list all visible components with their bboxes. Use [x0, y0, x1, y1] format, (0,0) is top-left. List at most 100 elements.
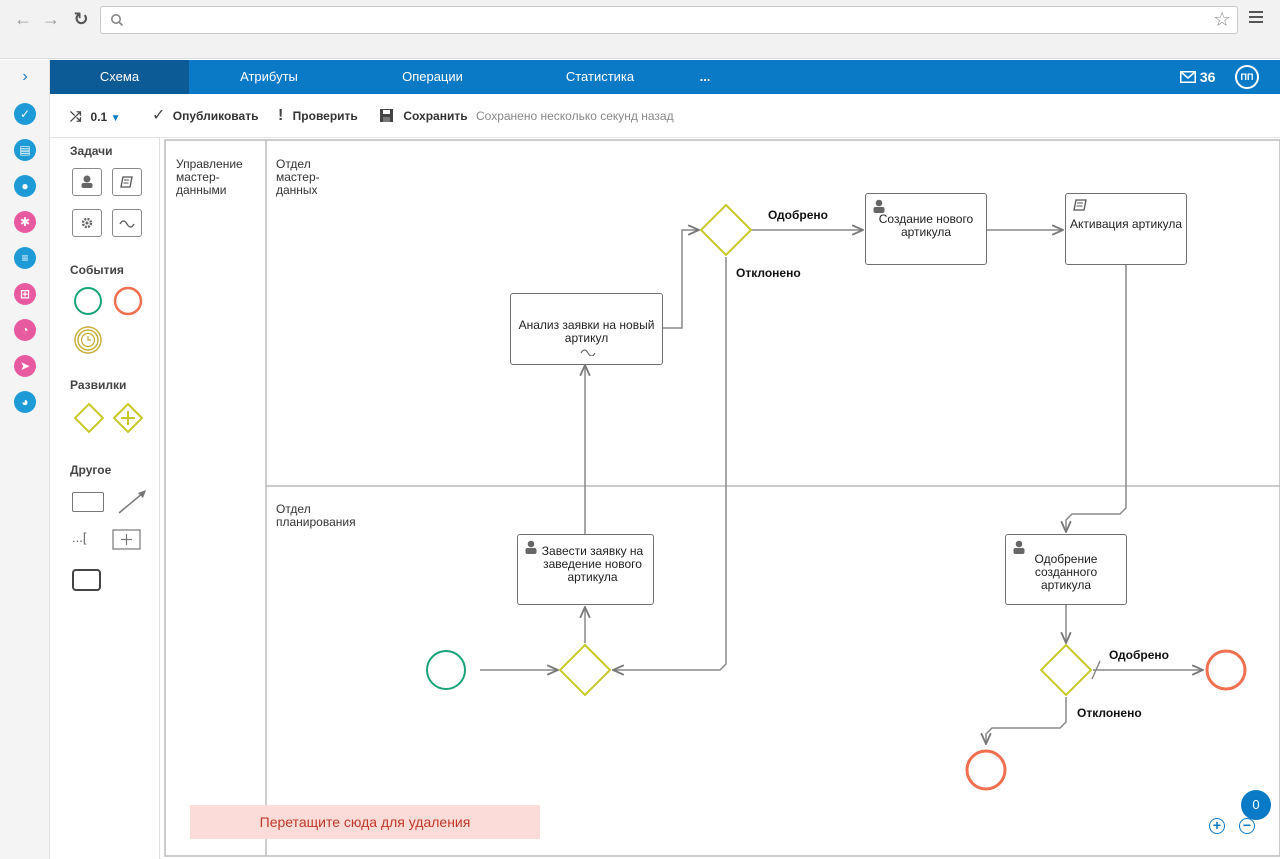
task-activate[interactable]: Активация артикула: [1065, 193, 1187, 265]
avatar[interactable]: ПП: [1235, 65, 1259, 89]
subprocess-tilde-icon: [580, 349, 596, 356]
validate-button[interactable]: ! Проверить: [278, 94, 358, 138]
save-button[interactable]: Сохранить: [380, 94, 468, 138]
tag-icon[interactable]: ➤: [14, 355, 36, 377]
pool-label: Управление мастер-данными: [176, 157, 243, 197]
tab-more[interactable]: ...: [685, 60, 725, 94]
pie-chart-icon[interactable]: ◕: [14, 391, 36, 413]
version-value: 0.1: [90, 110, 108, 124]
app-tab-bar: Схема Атрибуты Операции Статистика ... 3…: [50, 60, 1280, 94]
task-request-label: Завести заявку на заведение нового артик…: [541, 544, 644, 584]
save-label: Сохранить: [403, 109, 468, 123]
task-create[interactable]: Создание нового артикула: [865, 193, 987, 265]
script-task-tool[interactable]: [112, 168, 142, 196]
browser-chrome: ← → ↻ ☆: [0, 0, 1280, 59]
script-icon: [120, 176, 133, 188]
floppy-icon: [380, 109, 393, 122]
sub-process-tool[interactable]: [112, 209, 142, 237]
lane-label-master-data: Отдел мастер-данных: [276, 157, 320, 197]
task-analysis[interactable]: Анализ заявки на новый артикул: [510, 293, 663, 365]
zoom-out-button[interactable]: −: [1239, 818, 1255, 834]
mail-count: 36: [1199, 69, 1216, 85]
toolbar: ⤮ 0.1 ▼ ✓ Опубликовать ! Проверить Сохра…: [50, 94, 1280, 138]
palette-tasks-heading: Задачи: [70, 144, 113, 158]
settings-icon[interactable]: ✱: [14, 211, 36, 233]
task-approve-label: Одобрение созданного артикула: [1034, 552, 1098, 592]
shuffle-icon: ⤮: [70, 108, 82, 124]
publish-button[interactable]: ✓ Опубликовать: [152, 94, 258, 138]
check-icon: ✓: [152, 107, 166, 124]
task-analysis-label: Анализ заявки на новый артикул: [518, 318, 655, 345]
app-rail: › ✓ ▤ ● ✱ ≡ ⊞ ◔ ➤ ◕: [0, 60, 50, 859]
document-icon[interactable]: ≡: [14, 247, 36, 269]
exclamation-icon: !: [278, 107, 284, 124]
palette-events-heading: События: [70, 263, 124, 277]
lane-label-planning: Отдел планирования: [276, 502, 356, 529]
delete-drop-zone[interactable]: Перетащите сюда для удаления: [190, 805, 540, 839]
start-event-tool[interactable]: [72, 285, 104, 317]
approval-gateway: [1039, 643, 1093, 697]
pool-tool[interactable]: [72, 492, 104, 512]
user-icon: [81, 175, 93, 188]
report-icon[interactable]: ◔: [14, 319, 36, 341]
timer-event-tool[interactable]: [72, 324, 104, 356]
service-task-tool[interactable]: [72, 209, 102, 237]
gear-icon: [81, 217, 93, 229]
chevron-down-icon: ▼: [110, 113, 121, 124]
user-task-tool[interactable]: [72, 168, 102, 196]
flow-label-approved-2: Одобрено: [1109, 648, 1169, 662]
tilde-icon: [119, 220, 135, 228]
tab-attributes[interactable]: Атрибуты: [189, 60, 349, 94]
version-selector[interactable]: ⤮ 0.1 ▼: [70, 94, 120, 138]
briefcase-icon[interactable]: ▤: [14, 139, 36, 161]
tab-scheme[interactable]: Схема: [50, 60, 189, 94]
end-event-approved: [1205, 649, 1247, 691]
back-icon[interactable]: ←: [12, 8, 34, 30]
end-event-rejected: [965, 749, 1007, 791]
publish-label: Опубликовать: [172, 109, 259, 123]
flow-label-approved-1: Одобрено: [768, 208, 828, 222]
parallel-gateway-tool[interactable]: [111, 401, 145, 435]
connector-tool[interactable]: [116, 488, 148, 516]
task-create-label: Создание нового артикула: [878, 212, 974, 239]
notification-badge[interactable]: 0: [1241, 790, 1271, 820]
flow-label-rejected-1: Отклонено: [736, 266, 801, 280]
browser-menu-icon[interactable]: [1249, 11, 1263, 26]
task-approve[interactable]: Одобрение созданного артикула: [1005, 534, 1127, 605]
group-tool[interactable]: [112, 529, 142, 551]
mail-indicator[interactable]: 36: [1180, 60, 1215, 94]
address-bar[interactable]: ☆: [100, 6, 1238, 34]
zoom-in-button[interactable]: +: [1209, 818, 1225, 834]
task-activate-label: Активация артикула: [1070, 217, 1182, 231]
palette-gateways-heading: Развилки: [70, 378, 127, 392]
merge-gateway: [558, 643, 612, 697]
end-event-tool[interactable]: [112, 285, 144, 317]
tasks-icon[interactable]: ✓: [14, 103, 36, 125]
forward-icon[interactable]: →: [40, 8, 62, 30]
flow-analysis-to-gateway: [662, 230, 699, 329]
expand-rail-icon[interactable]: ›: [0, 60, 50, 94]
analysis-gateway: [699, 203, 753, 257]
search-icon: [111, 14, 124, 27]
user-icon[interactable]: ●: [14, 175, 36, 197]
tab-operations[interactable]: Операции: [350, 60, 515, 94]
lane-tool[interactable]: [72, 569, 101, 591]
exclusive-gateway-tool[interactable]: [72, 401, 106, 435]
validate-label: Проверить: [292, 109, 358, 123]
flow-label-rejected-2: Отклонено: [1077, 706, 1142, 720]
tab-statistics[interactable]: Статистика: [515, 60, 685, 94]
annotation-tool[interactable]: ...[: [72, 530, 86, 545]
flow-activate-to-approve: [1066, 265, 1127, 532]
bookmark-star-icon[interactable]: ☆: [1213, 9, 1231, 31]
reload-icon[interactable]: ↻: [70, 8, 92, 30]
org-icon[interactable]: ⊞: [14, 283, 36, 305]
script-icon: [1073, 199, 1087, 211]
palette-other-heading: Другое: [70, 463, 112, 477]
flow-rejected-to-end: [986, 697, 1067, 744]
start-event: [426, 650, 466, 690]
save-status: Сохранено несколько секунд назад: [476, 109, 674, 123]
diagram-canvas[interactable]: Управление мастер-данными Отдел мастер-д…: [160, 138, 1280, 859]
task-request[interactable]: Завести заявку на заведение нового артик…: [517, 534, 654, 605]
mail-icon: [1180, 71, 1196, 83]
element-palette: Задачи События Развилки Другое ...[: [50, 138, 160, 859]
